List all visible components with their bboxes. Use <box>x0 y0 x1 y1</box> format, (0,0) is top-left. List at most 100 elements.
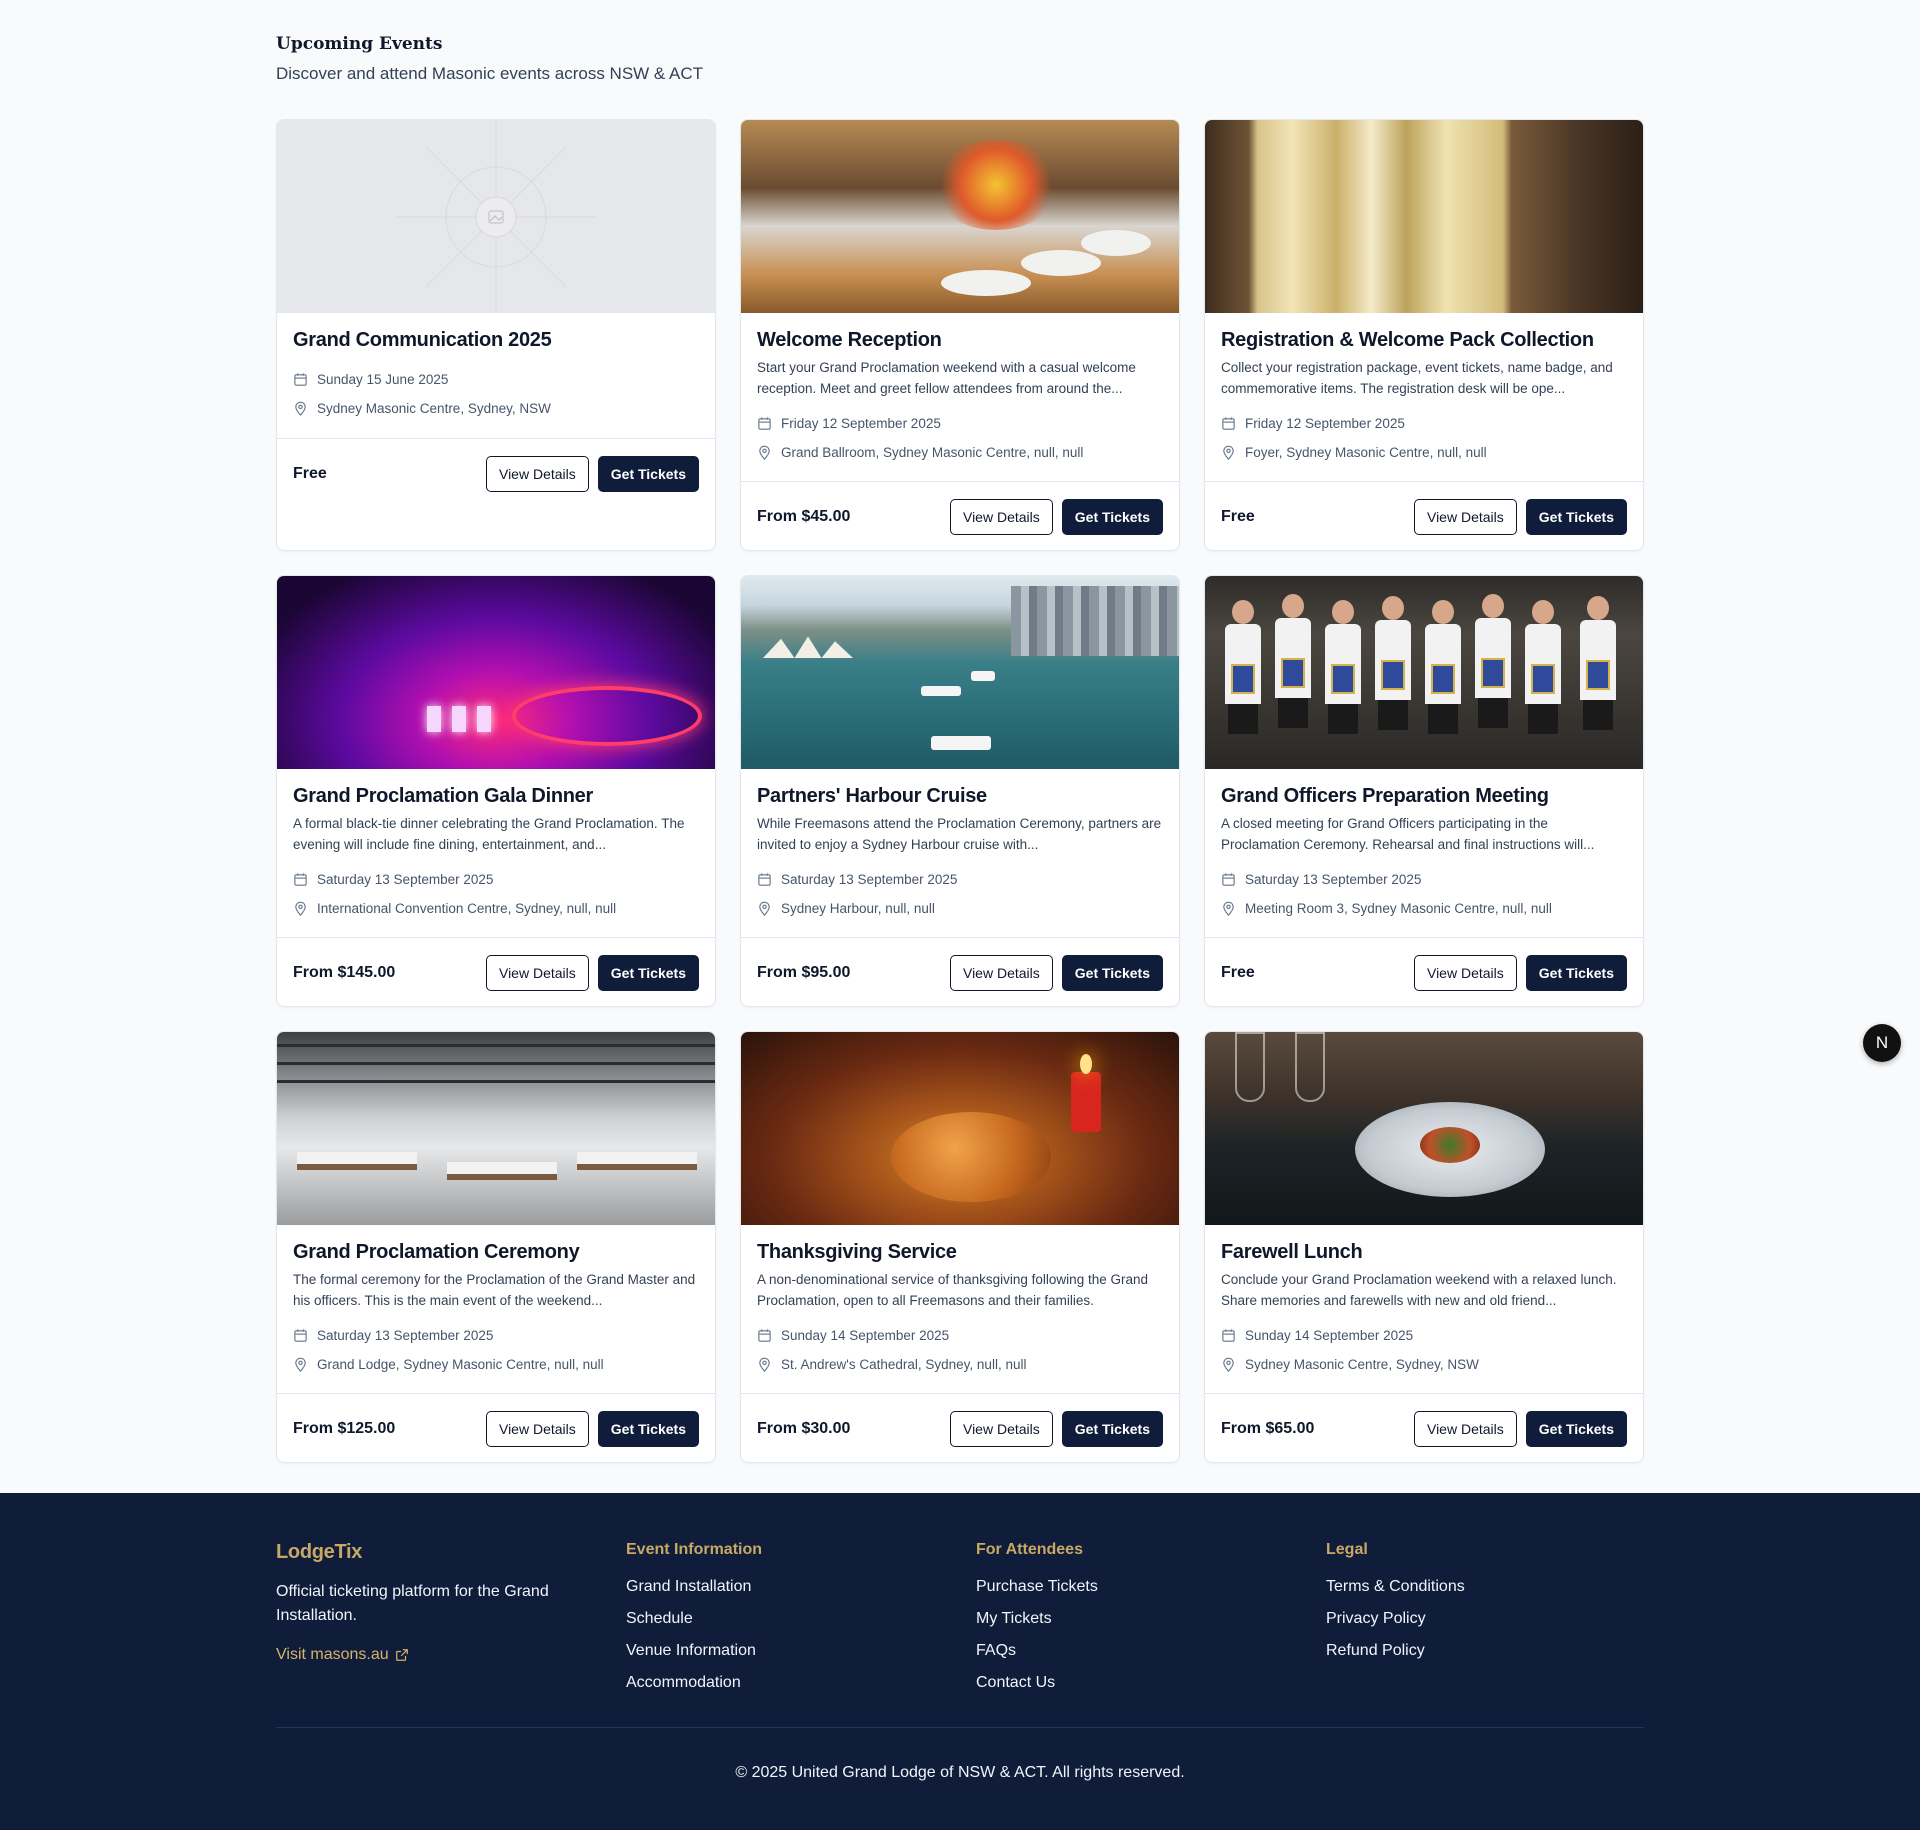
visit-masons-link[interactable]: Visit masons.au <box>276 1646 626 1664</box>
map-pin-icon <box>295 1357 306 1372</box>
event-card[interactable]: Welcome Reception Start your Grand Procl… <box>740 119 1180 551</box>
footer-link[interactable]: Refund Policy <box>1326 1641 1644 1673</box>
site-footer: LodgeTix Official ticketing platform for… <box>0 1493 1920 1830</box>
calendar-icon <box>1222 873 1235 886</box>
event-price: Free <box>1221 963 1255 981</box>
floating-n-badge[interactable]: N <box>1863 1024 1901 1062</box>
footer-link[interactable]: Venue Information <box>626 1641 976 1673</box>
card-footer: From $125.00 View Details Get Tickets <box>277 1394 715 1462</box>
event-date: Saturday 13 September 2025 <box>293 1321 699 1350</box>
event-date: Saturday 13 September 2025 <box>293 865 699 894</box>
get-tickets-button[interactable]: Get Tickets <box>1061 1410 1163 1447</box>
event-price: From $45.00 <box>757 507 851 525</box>
card-body: Farewell Lunch Conclude your Grand Procl… <box>1205 1225 1643 1394</box>
get-tickets-button[interactable]: Get Tickets <box>1061 498 1163 535</box>
event-location: Grand Ballroom, Sydney Masonic Centre, n… <box>757 438 1163 467</box>
card-footer: Free View Details Get Tickets <box>1205 482 1643 550</box>
view-details-button[interactable]: View Details <box>1413 954 1517 991</box>
footer-link[interactable]: FAQs <box>976 1641 1326 1673</box>
event-price: From $145.00 <box>293 963 396 981</box>
view-details-button[interactable]: View Details <box>485 455 589 492</box>
footer-brand[interactable]: LodgeTix <box>276 1541 626 1564</box>
event-card[interactable]: Grand Officers Preparation Meeting A clo… <box>1204 575 1644 1007</box>
map-pin-icon <box>1223 1357 1234 1372</box>
event-title: Welcome Reception <box>757 329 942 351</box>
event-title: Grand Proclamation Gala Dinner <box>293 785 593 807</box>
event-description: Conclude your Grand Proclamation weekend… <box>1221 1272 1617 1308</box>
card-body: Welcome Reception Start your Grand Procl… <box>741 313 1179 482</box>
event-meta: Saturday 13 September 2025 International… <box>293 865 699 923</box>
copyright: © 2025 United Grand Lodge of NSW & ACT. … <box>735 1764 1185 1781</box>
event-card[interactable]: Farewell Lunch Conclude your Grand Procl… <box>1204 1031 1644 1463</box>
event-location-text: Grand Ballroom, Sydney Masonic Centre, n… <box>781 445 1084 460</box>
event-price: From $95.00 <box>757 963 851 981</box>
event-date-text: Saturday 13 September 2025 <box>781 872 958 887</box>
event-image <box>277 576 715 769</box>
get-tickets-button[interactable]: Get Tickets <box>597 1410 699 1447</box>
visit-link-label[interactable]: Visit masons.au <box>276 1646 389 1664</box>
footer-link[interactable]: Contact Us <box>976 1673 1326 1705</box>
view-details-button[interactable]: View Details <box>1413 498 1517 535</box>
event-location: Grand Lodge, Sydney Masonic Centre, null… <box>293 1350 699 1379</box>
footer-link[interactable]: Purchase Tickets <box>976 1577 1326 1609</box>
event-title: Registration & Welcome Pack Collection <box>1221 329 1594 351</box>
get-tickets-button[interactable]: Get Tickets <box>1525 498 1627 535</box>
event-price: Free <box>1221 507 1255 525</box>
view-details-button[interactable]: View Details <box>949 1410 1053 1447</box>
event-description: Start your Grand Proclamation weekend wi… <box>757 360 1136 396</box>
event-date-text: Saturday 13 September 2025 <box>317 872 494 887</box>
event-location: St. Andrew's Cathedral, Sydney, null, nu… <box>757 1350 1163 1379</box>
event-meta: Sunday 14 September 2025 Sydney Masonic … <box>1221 1321 1627 1379</box>
event-date-text: Sunday 15 June 2025 <box>317 372 449 387</box>
event-price: From $30.00 <box>757 1419 851 1437</box>
event-price: From $125.00 <box>293 1419 396 1437</box>
view-details-button[interactable]: View Details <box>1413 1410 1517 1447</box>
card-body: Registration & Welcome Pack Collection C… <box>1205 313 1643 482</box>
map-pin-icon <box>295 401 306 416</box>
event-card[interactable]: Grand Proclamation Ceremony The formal c… <box>276 1031 716 1463</box>
view-details-button[interactable]: View Details <box>949 954 1053 991</box>
card-footer: Free View Details Get Tickets <box>277 439 715 508</box>
event-date-text: Friday 12 September 2025 <box>781 416 941 431</box>
footer-description: Official ticketing platform for the Gran… <box>276 1583 549 1624</box>
event-card[interactable]: Thanksgiving Service A non-denominationa… <box>740 1031 1180 1463</box>
event-title: Grand Communication 2025 <box>293 329 552 351</box>
events-grid: Grand Communication 2025 Sunday 15 June … <box>276 119 1644 1463</box>
event-date-text: Saturday 13 September 2025 <box>1245 872 1422 887</box>
card-footer: From $45.00 View Details Get Tickets <box>741 482 1179 550</box>
map-pin-icon <box>295 901 306 916</box>
event-description: A non-denominational service of thanksgi… <box>757 1272 1148 1308</box>
event-location-text: Sydney Harbour, null, null <box>781 901 935 916</box>
get-tickets-button[interactable]: Get Tickets <box>1061 954 1163 991</box>
event-image <box>741 120 1179 313</box>
footer-link[interactable]: Privacy Policy <box>1326 1609 1644 1641</box>
event-card[interactable]: Partners' Harbour Cruise While Freemason… <box>740 575 1180 1007</box>
event-location-text: International Convention Centre, Sydney,… <box>317 901 617 916</box>
event-price: Free <box>293 464 327 482</box>
event-image <box>277 1032 715 1225</box>
footer-column-legal: Legal Terms & Conditions Privacy Policy … <box>1326 1541 1644 1705</box>
footer-link[interactable]: My Tickets <box>976 1609 1326 1641</box>
view-details-button[interactable]: View Details <box>949 498 1053 535</box>
footer-link[interactable]: Schedule <box>626 1609 976 1641</box>
footer-link[interactable]: Accommodation <box>626 1673 976 1705</box>
get-tickets-button[interactable]: Get Tickets <box>1525 954 1627 991</box>
event-card[interactable]: Registration & Welcome Pack Collection C… <box>1204 119 1644 551</box>
event-meta: Saturday 13 September 2025 Meeting Room … <box>1221 865 1627 923</box>
footer-link[interactable]: Terms & Conditions <box>1326 1577 1644 1609</box>
footer-link[interactable]: Grand Installation <box>626 1577 976 1609</box>
card-footer: Free View Details Get Tickets <box>1205 938 1643 1006</box>
event-card[interactable]: Grand Communication 2025 Sunday 15 June … <box>276 119 716 551</box>
get-tickets-button[interactable]: Get Tickets <box>597 954 699 991</box>
event-image <box>741 1032 1179 1225</box>
view-details-button[interactable]: View Details <box>485 1410 589 1447</box>
get-tickets-button[interactable]: Get Tickets <box>597 455 699 492</box>
event-meta: Saturday 13 September 2025 Sydney Harbou… <box>757 865 1163 923</box>
footer-column-event-information: Event Information Grand Installation Sch… <box>626 1541 976 1705</box>
view-details-button[interactable]: View Details <box>485 954 589 991</box>
card-body: Grand Officers Preparation Meeting A clo… <box>1205 769 1643 938</box>
get-tickets-button[interactable]: Get Tickets <box>1525 1410 1627 1447</box>
event-card[interactable]: Grand Proclamation Gala Dinner A formal … <box>276 575 716 1007</box>
event-location-text: Sydney Masonic Centre, Sydney, NSW <box>1245 1357 1479 1372</box>
event-date: Sunday 14 September 2025 <box>757 1321 1163 1350</box>
